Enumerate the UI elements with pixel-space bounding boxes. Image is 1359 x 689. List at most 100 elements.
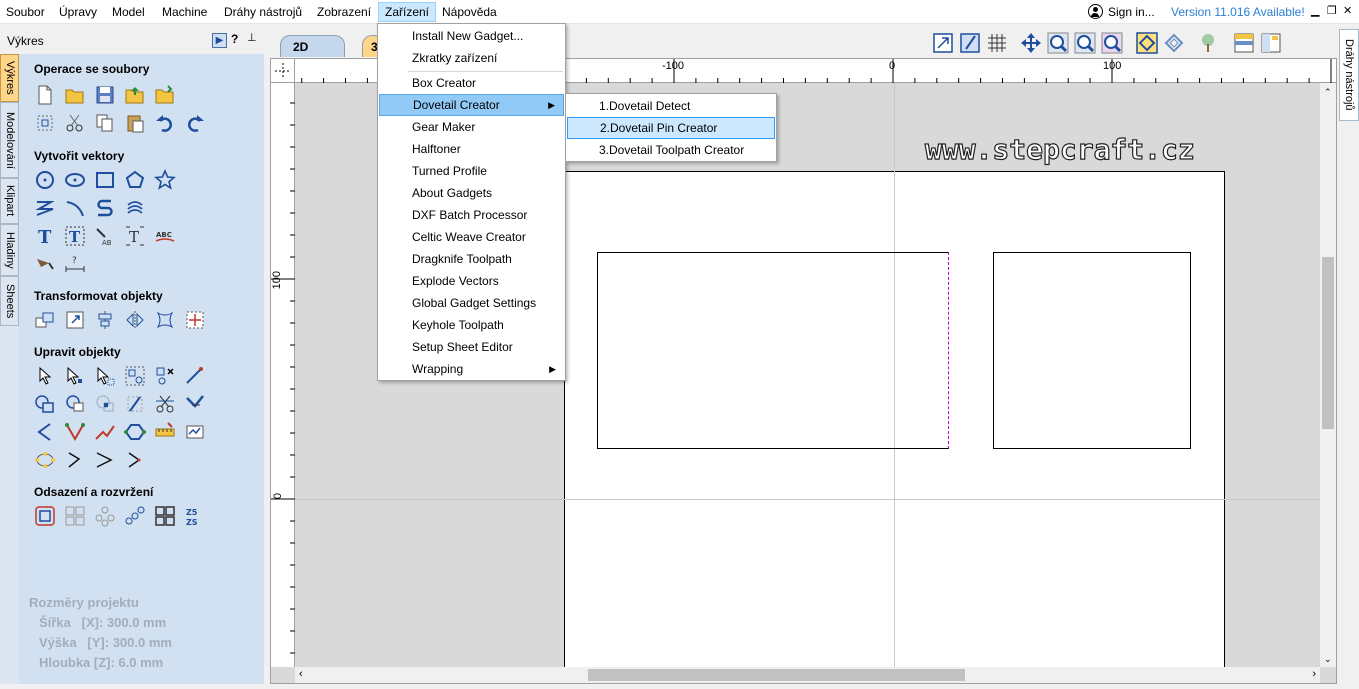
spiral-icon[interactable]	[124, 197, 146, 219]
angle-right-icon[interactable]	[64, 449, 86, 471]
ellipse-icon[interactable]	[64, 169, 86, 191]
close-vector-icon[interactable]	[124, 421, 146, 443]
panel-pin-icon[interactable]: ▶	[212, 33, 227, 48]
polygon-icon[interactable]	[124, 169, 146, 191]
tab-layers[interactable]: Hladiny	[0, 224, 19, 276]
menu-item-gadget-shortcuts[interactable]: Zkratky zařízení	[379, 47, 564, 69]
fillet-icon[interactable]	[184, 393, 206, 415]
zoom-selection-icon[interactable]	[1101, 32, 1123, 54]
copy-icon[interactable]	[94, 112, 116, 134]
menu-gadgets[interactable]: Zařízení	[378, 2, 437, 22]
arc-icon[interactable]	[64, 197, 86, 219]
import-bitmap-icon[interactable]	[154, 84, 176, 106]
open-file-icon[interactable]	[64, 84, 86, 106]
menu-model[interactable]: Model	[106, 2, 151, 22]
sign-in-link[interactable]: Sign in...	[1088, 3, 1155, 21]
array-copy-icon[interactable]	[64, 505, 86, 527]
trace-bitmap-icon[interactable]	[34, 253, 56, 275]
scroll-up-icon[interactable]: ⌃	[1324, 87, 1332, 98]
menu-view[interactable]: Zobrazení	[311, 2, 377, 22]
menu-item-explode-vectors[interactable]: Explode Vectors	[379, 270, 564, 292]
copy-along-vectors-icon[interactable]	[124, 505, 146, 527]
distort-icon[interactable]	[154, 309, 176, 331]
nesting-icon[interactable]	[154, 505, 176, 527]
snap-icon[interactable]	[1136, 32, 1158, 54]
text-arc-icon[interactable]: ABC	[154, 225, 176, 247]
extend-icon[interactable]	[64, 421, 86, 443]
tree-icon[interactable]	[1197, 32, 1219, 54]
circle-icon[interactable]	[34, 169, 56, 191]
menu-edit[interactable]: Úpravy	[53, 2, 103, 22]
mirror-icon[interactable]	[124, 309, 146, 331]
toolpaths-panel-tab[interactable]: Dráhy nástrojů	[1339, 29, 1359, 121]
scroll-down-icon[interactable]: ⌄	[1324, 654, 1332, 665]
zoom-box-icon[interactable]	[932, 32, 954, 54]
help-icon[interactable]: ?	[231, 32, 238, 46]
scale-icon[interactable]	[64, 309, 86, 331]
measure-icon[interactable]	[154, 421, 176, 443]
submenu-dovetail-pin-creator[interactable]: 2.Dovetail Pin Creator	[567, 117, 775, 139]
smooth-icon[interactable]	[94, 421, 116, 443]
menu-item-about-gadgets[interactable]: About Gadgets	[379, 182, 564, 204]
dimensions-icon[interactable]: ?	[64, 253, 86, 275]
pan-icon[interactable]	[1020, 32, 1042, 54]
transform-select-icon[interactable]	[94, 365, 116, 387]
circular-array-icon[interactable]	[94, 505, 116, 527]
ungroup-icon[interactable]	[154, 365, 176, 387]
close-icon[interactable]: ✕	[1343, 4, 1352, 18]
menu-file[interactable]: Soubor	[0, 2, 51, 22]
menu-help[interactable]: Nápověda	[436, 2, 503, 22]
select-icon[interactable]	[34, 365, 56, 387]
menu-item-keyhole[interactable]: Keyhole Toolpath	[379, 314, 564, 336]
menu-item-gear-maker[interactable]: Gear Maker	[379, 116, 564, 138]
menu-item-halftoner[interactable]: Halftoner	[379, 138, 564, 160]
corner-icon[interactable]	[94, 449, 116, 471]
pushpin-icon[interactable]: ⊥	[247, 31, 257, 44]
group-icon[interactable]	[124, 365, 146, 387]
grid-icon[interactable]	[986, 32, 1008, 54]
redo-icon[interactable]	[184, 112, 206, 134]
tab-drawing[interactable]: Výkres	[0, 54, 19, 102]
menu-item-install-gadget[interactable]: Install New Gadget...	[379, 25, 564, 47]
minimize-icon[interactable]: ▁	[1311, 4, 1319, 18]
save-icon[interactable]	[94, 84, 116, 106]
copy-along-icon[interactable]	[184, 421, 206, 443]
restore-icon[interactable]: ❐	[1327, 4, 1337, 18]
zoom-out-icon[interactable]	[1074, 32, 1096, 54]
undo-icon[interactable]	[154, 112, 176, 134]
horizontal-scrollbar[interactable]: ‹ ›	[295, 667, 1320, 683]
chamfer-icon[interactable]	[34, 421, 56, 443]
rectangle-vector-1[interactable]	[597, 252, 949, 449]
scroll-left-icon[interactable]: ‹	[299, 668, 303, 680]
tab-clipart[interactable]: Klipart	[0, 178, 19, 224]
intersect-icon[interactable]	[94, 393, 116, 415]
menu-item-turned-profile[interactable]: Turned Profile	[379, 160, 564, 182]
panel-layout-icon[interactable]	[1260, 32, 1282, 54]
autolayout-text-icon[interactable]: T	[124, 225, 146, 247]
cut-icon[interactable]	[64, 112, 86, 134]
submenu-dovetail-detect[interactable]: 1.Dovetail Detect	[567, 95, 775, 117]
scissors-trim-icon[interactable]	[154, 393, 176, 415]
menu-item-dragknife[interactable]: Dragknife Toolpath	[379, 248, 564, 270]
menu-item-celtic-weave[interactable]: Celtic Weave Creator	[379, 226, 564, 248]
rectangle-icon[interactable]	[94, 169, 116, 191]
tab-modeling[interactable]: Modelování	[0, 102, 19, 178]
text-box-icon[interactable]: T	[64, 225, 86, 247]
zoom-in-icon[interactable]	[1047, 32, 1069, 54]
tab-sheets[interactable]: Sheets	[0, 276, 19, 326]
version-link[interactable]: Version 11.016 Available!	[1171, 3, 1305, 21]
menu-item-setup-sheet[interactable]: Setup Sheet Editor	[379, 336, 564, 358]
zoom-extents-icon[interactable]	[959, 32, 981, 54]
vertical-scroll-thumb[interactable]	[1322, 257, 1334, 429]
menu-item-global-settings[interactable]: Global Gadget Settings	[379, 292, 564, 314]
align-icon[interactable]	[94, 309, 116, 331]
star-icon[interactable]	[153, 168, 177, 191]
text-icon[interactable]: T	[34, 225, 56, 248]
rectangle-vector-2[interactable]	[993, 252, 1191, 449]
vertical-scrollbar[interactable]: ⌃ ⌄	[1320, 83, 1336, 667]
trim-icon[interactable]	[124, 393, 146, 415]
join-vectors-icon[interactable]	[184, 365, 206, 387]
weld-icon[interactable]	[34, 393, 56, 415]
menu-machine[interactable]: Machine	[156, 2, 213, 22]
notch-icon[interactable]	[124, 449, 146, 471]
